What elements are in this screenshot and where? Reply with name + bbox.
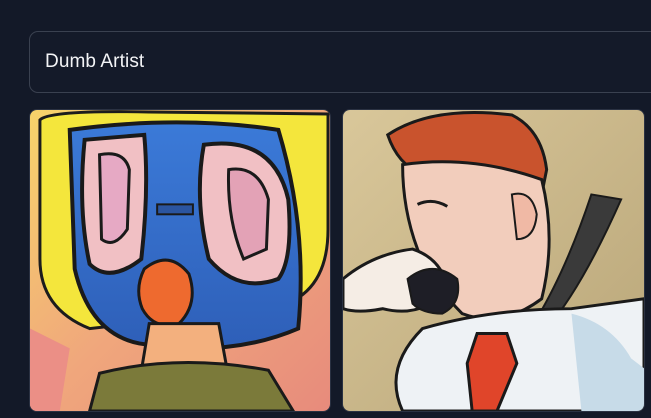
generated-image-1[interactable] — [29, 109, 331, 412]
generated-image-2[interactable] — [342, 109, 645, 412]
generated-image-1-artwork — [30, 110, 330, 411]
prompt-input-value[interactable]: Dumb Artist — [45, 51, 144, 73]
generated-image-2-artwork — [343, 110, 644, 411]
page: Dumb Artist — [0, 0, 651, 418]
prompt-field[interactable]: Dumb Artist — [29, 31, 651, 93]
